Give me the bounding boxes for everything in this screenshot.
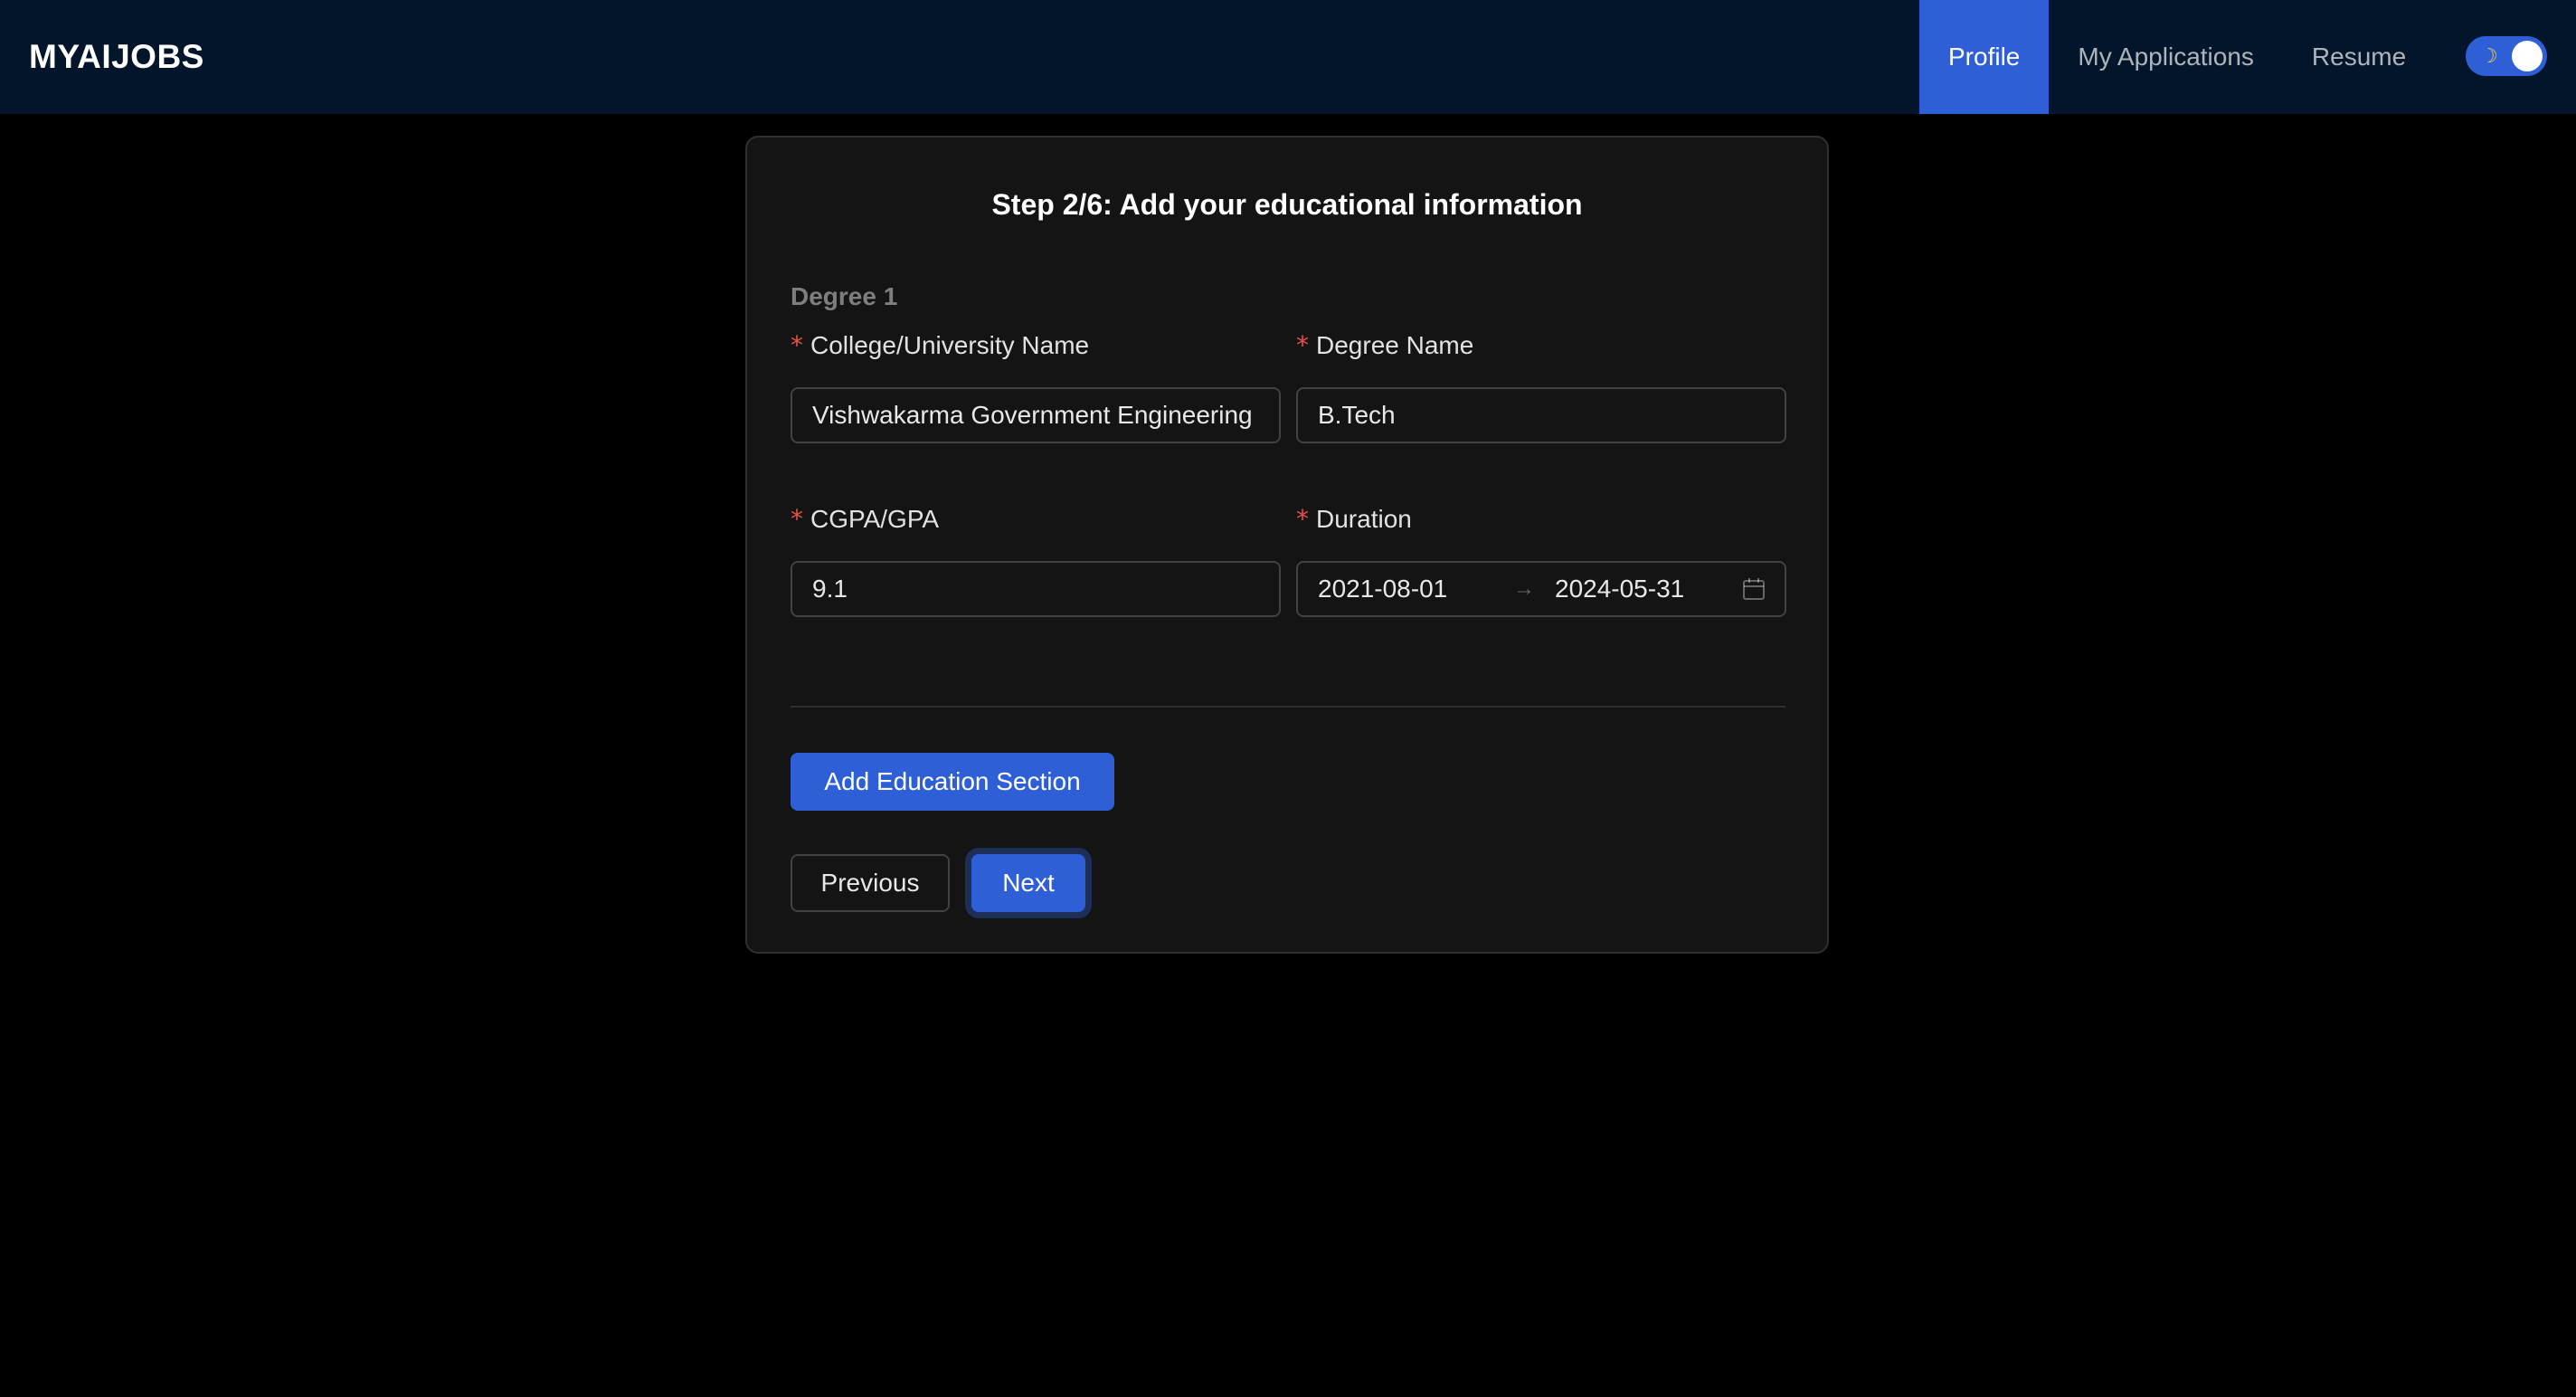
theme-toggle-switch[interactable]: ☽: [2466, 36, 2547, 76]
moon-icon: ☽: [2480, 44, 2498, 67]
degree-name-input[interactable]: [1296, 387, 1786, 443]
section-divider: [791, 706, 1785, 708]
required-mark: *: [791, 330, 803, 360]
degree-section-title: Degree 1: [791, 282, 898, 310]
cgpa-label-text: CGPA/GPA: [810, 505, 940, 533]
next-button[interactable]: Next: [971, 854, 1085, 912]
toggle-knob: [2512, 41, 2543, 71]
main-nav: Profile My Applications Resume: [1919, 0, 2435, 114]
duration-end-date[interactable]: 2024-05-31: [1555, 563, 1684, 615]
previous-button[interactable]: Previous: [791, 854, 950, 912]
education-form-card: Step 2/6: Add your educational informati…: [745, 136, 1829, 954]
form-step-title: Step 2/6: Add your educational informati…: [991, 188, 1583, 221]
duration-range-picker[interactable]: 2021-08-01 → 2024-05-31: [1296, 561, 1786, 617]
college-label-text: College/University Name: [810, 331, 1090, 359]
cgpa-label: * CGPA/GPA: [791, 504, 939, 534]
brand-logo[interactable]: MYAIJOBS: [29, 0, 204, 114]
nav-item-profile[interactable]: Profile: [1919, 0, 2050, 114]
required-mark: *: [1296, 330, 1309, 360]
college-name-input[interactable]: [791, 387, 1281, 443]
college-label: * College/University Name: [791, 330, 1089, 360]
degree-label: * Degree Name: [1296, 330, 1473, 360]
top-navbar: MYAIJOBS Profile My Applications Resume …: [0, 0, 2576, 114]
nav-item-resume[interactable]: Resume: [2283, 0, 2435, 114]
range-separator-icon: →: [1513, 576, 1535, 601]
degree-label-text: Degree Name: [1316, 331, 1474, 359]
duration-start-date[interactable]: 2021-08-01: [1318, 563, 1447, 615]
add-education-section-button[interactable]: Add Education Section: [791, 753, 1114, 811]
cgpa-input[interactable]: [791, 561, 1281, 617]
nav-item-my-applications[interactable]: My Applications: [2049, 0, 2283, 114]
calendar-icon[interactable]: [1741, 576, 1766, 602]
duration-label-text: Duration: [1316, 505, 1412, 533]
required-mark: *: [1296, 504, 1309, 534]
duration-label: * Duration: [1296, 504, 1412, 534]
required-mark: *: [791, 504, 803, 534]
